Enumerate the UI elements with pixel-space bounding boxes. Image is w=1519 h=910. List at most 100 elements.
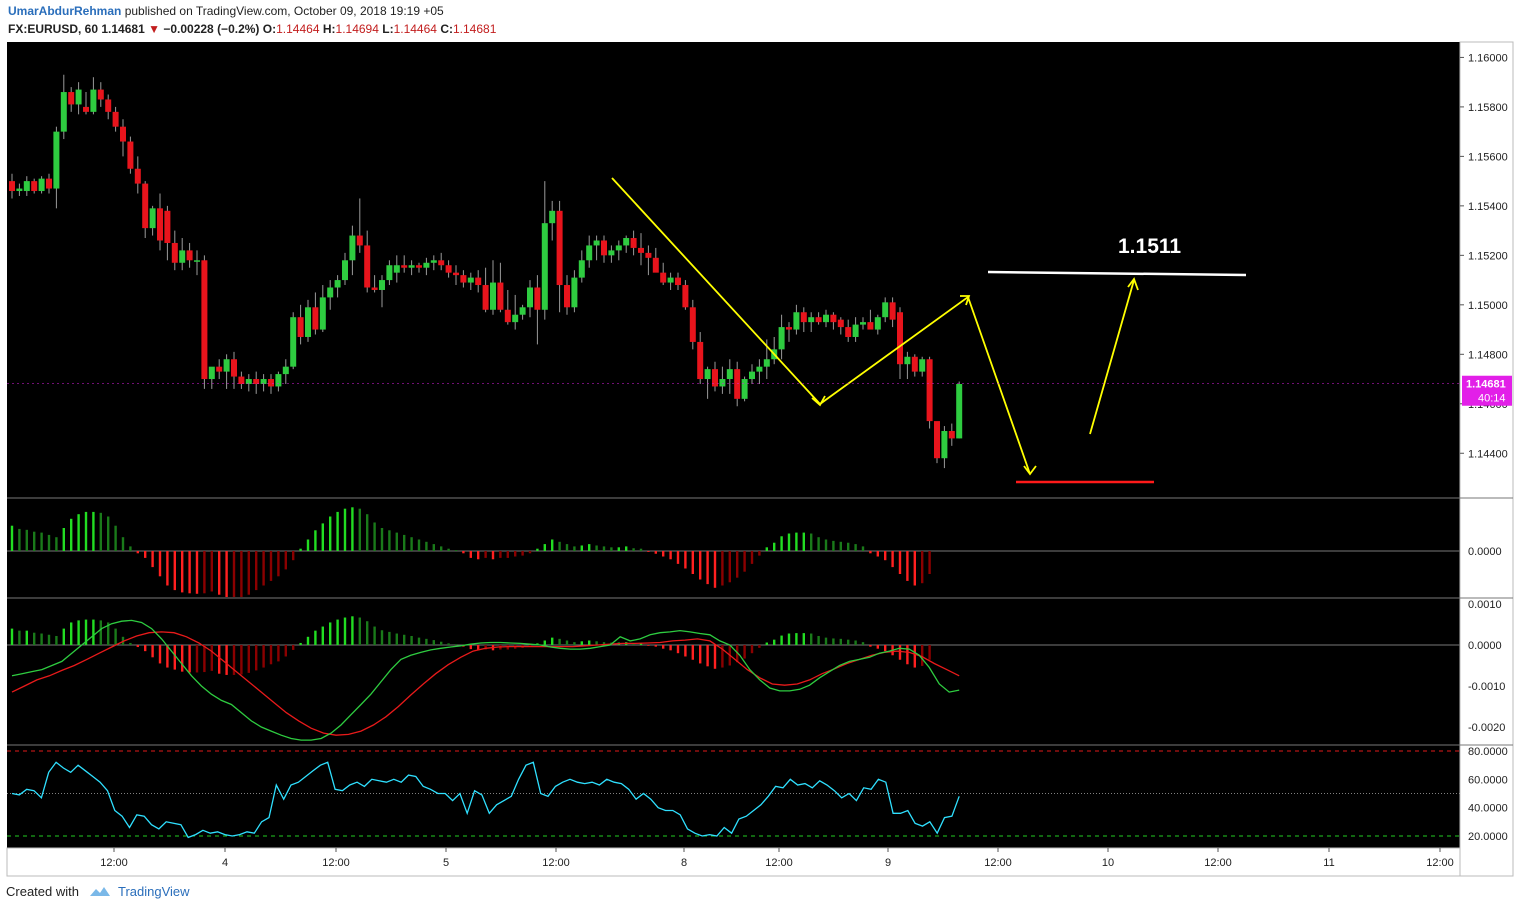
macd-histogram-bar <box>70 622 73 645</box>
macd-histogram-bar <box>440 641 443 645</box>
candle-body <box>327 287 334 298</box>
histogram-bar <box>491 551 495 560</box>
histogram-bar <box>699 551 702 580</box>
macd-histogram-bar <box>928 645 931 660</box>
macd-histogram-bar <box>869 645 872 647</box>
histogram-bar <box>565 544 569 551</box>
candle-body <box>356 235 363 246</box>
macd-histogram-bar <box>565 640 569 645</box>
histogram-bar <box>351 507 354 551</box>
histogram-bar <box>676 551 680 564</box>
macd-histogram-bar <box>329 622 332 645</box>
tradingview-link[interactable]: TradingView <box>118 884 190 899</box>
macd-histogram-bar <box>861 642 865 645</box>
candle-body <box>127 141 134 169</box>
candle-body <box>194 260 200 262</box>
time-tick-label: 12:00 <box>1426 857 1454 869</box>
histogram-bar <box>269 551 273 581</box>
candle-body <box>704 369 711 380</box>
candle-body <box>290 317 297 367</box>
macd-histogram-bar <box>10 628 14 645</box>
candle-body <box>53 131 60 189</box>
macd-histogram-bar <box>647 645 650 646</box>
macd-histogram-bar <box>921 645 924 666</box>
histogram-bar <box>218 551 221 595</box>
histogram-bar <box>343 508 347 551</box>
histogram-bar <box>625 546 628 551</box>
macd-histogram-bar <box>839 638 842 645</box>
candle-body <box>31 181 38 192</box>
candle-body <box>608 250 615 256</box>
macd-histogram-bar <box>292 645 295 650</box>
histogram-bar <box>854 544 857 551</box>
candle-body <box>260 379 267 384</box>
macd-histogram-bar <box>284 645 287 657</box>
candle-body <box>630 238 637 248</box>
histogram-bar <box>632 548 635 551</box>
candle-body <box>179 250 186 263</box>
chart-canvas[interactable]: 1.16000 1.15800 1.15600 1.15400 1.15200 1.150… <box>0 0 1519 880</box>
histogram-bar <box>195 551 199 594</box>
macd-histogram-bar <box>380 630 384 645</box>
histogram-bar <box>203 551 206 594</box>
histogram-bar <box>647 551 650 552</box>
histogram-bar <box>639 548 643 551</box>
candle-body <box>726 369 733 380</box>
time-tick-label: 11 <box>1323 857 1334 869</box>
histogram-bar <box>18 528 21 551</box>
histogram-bar <box>388 530 391 551</box>
histogram-bar <box>395 532 398 551</box>
candle-body <box>756 366 763 372</box>
macd-histogram-bar <box>247 645 250 673</box>
candle-body <box>9 181 15 192</box>
histogram-bar <box>780 536 783 551</box>
candle-body <box>549 210 556 224</box>
candle-body <box>911 356 918 372</box>
histogram-bar <box>521 551 524 556</box>
macd-histogram-bar <box>181 645 184 672</box>
macd-histogram-bar <box>824 637 828 645</box>
macd-histogram-bar <box>765 642 768 645</box>
time-tick-label: 9 <box>885 857 891 869</box>
candle-body <box>652 257 659 273</box>
macd-histogram-bar <box>47 634 51 645</box>
candle-body <box>430 260 437 263</box>
candle-body <box>823 314 829 323</box>
macd-histogram-bar <box>218 645 221 674</box>
macd-histogram-bar <box>173 645 176 670</box>
histogram-bar <box>410 537 413 551</box>
candle-body <box>164 210 171 243</box>
histogram-bar <box>373 522 376 551</box>
macd-histogram-bar <box>802 633 805 645</box>
candle-body <box>475 277 482 286</box>
macd-histogram-bar <box>62 628 65 645</box>
histogram-bar <box>913 551 916 586</box>
countdown-badge-label: 40:14 <box>1478 393 1506 405</box>
candle-body <box>941 430 948 459</box>
macd-histogram-bar <box>817 635 820 645</box>
candle-body <box>578 260 585 278</box>
candle-body <box>556 210 563 286</box>
histogram-bar <box>528 551 532 554</box>
candle-body <box>223 359 230 372</box>
histogram-bar <box>129 546 132 551</box>
histogram-bar <box>499 551 502 558</box>
time-tick-label: 12:00 <box>765 857 793 869</box>
histogram-bar <box>706 551 709 585</box>
price-tick-label: 1.15600 <box>1468 151 1508 163</box>
candle-body <box>504 309 511 323</box>
tradingview-logo-icon <box>89 887 110 896</box>
macd-histogram-bar <box>366 621 369 645</box>
histogram-bar <box>336 511 339 551</box>
candle-body <box>860 322 866 325</box>
price-tick-label: 1.15200 <box>1468 250 1508 262</box>
candle-body <box>68 92 75 105</box>
candle-body <box>763 359 770 367</box>
macd-histogram-bar <box>210 645 213 671</box>
histogram-bar <box>432 544 435 551</box>
macd-tick-label: 0.0010 <box>1468 599 1502 611</box>
histogram-bar <box>736 551 739 578</box>
histogram-bar <box>240 551 243 597</box>
macd-histogram-bar <box>906 645 909 665</box>
macd-histogram-bar <box>706 645 709 667</box>
